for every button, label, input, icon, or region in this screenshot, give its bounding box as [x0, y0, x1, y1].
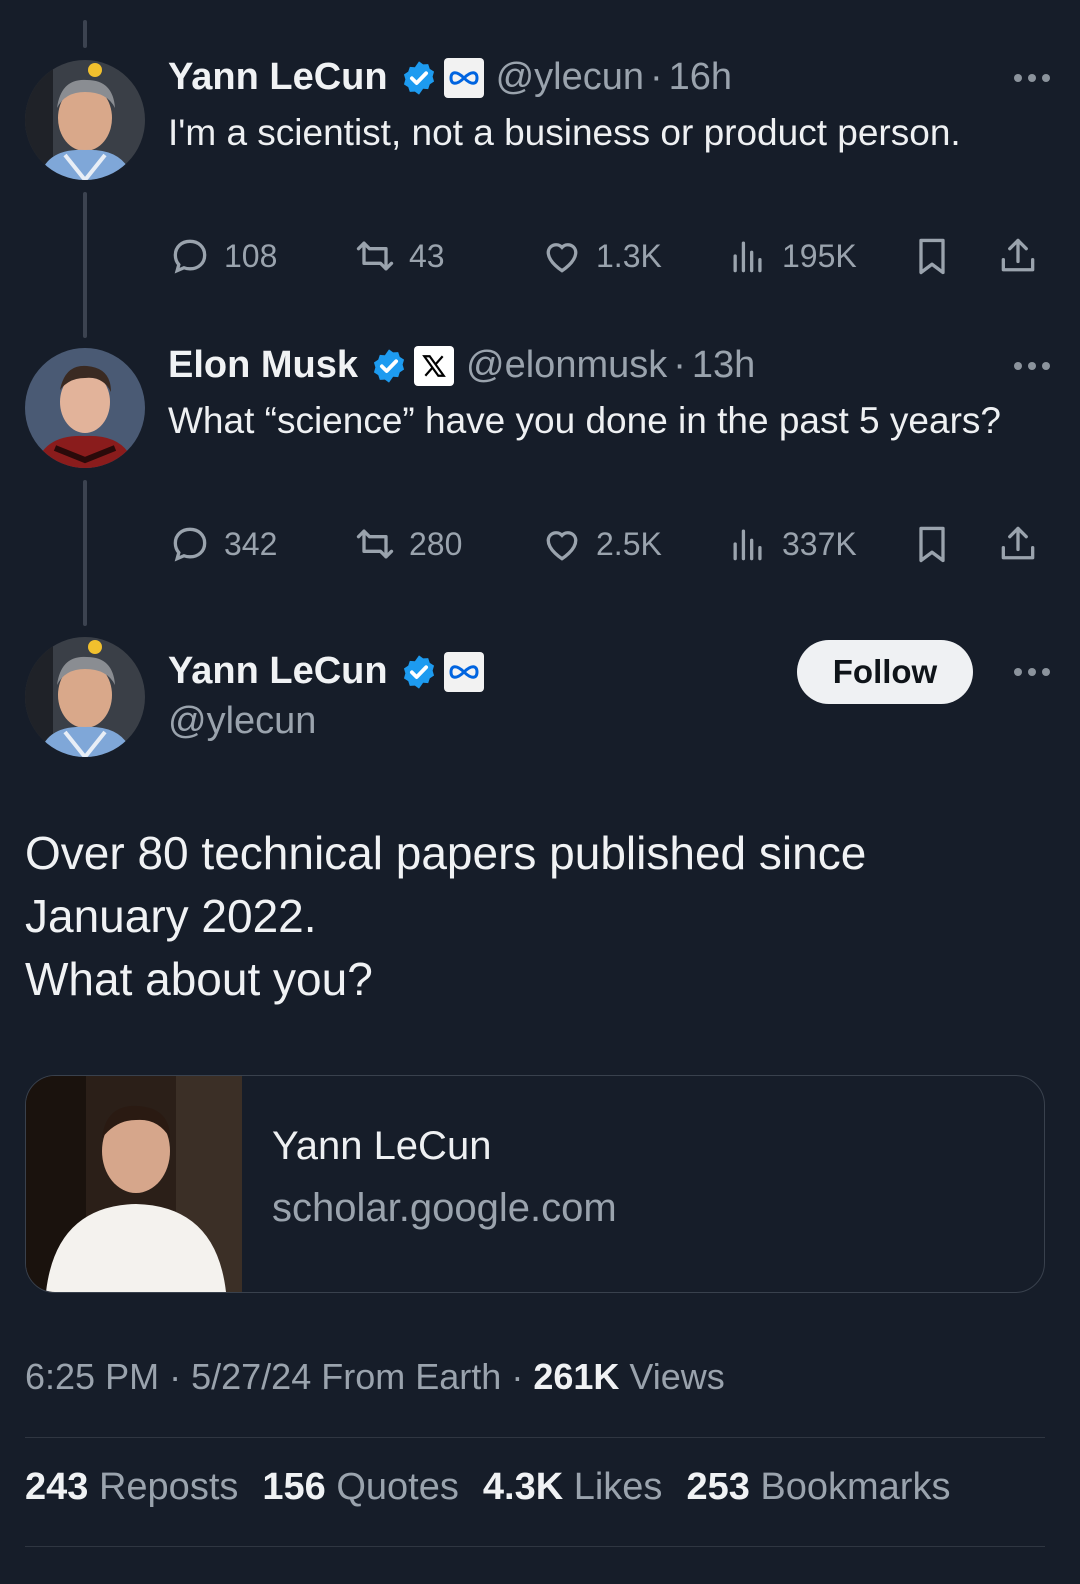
bookmark-button[interactable]	[910, 522, 954, 566]
reply-count: 342	[224, 525, 278, 562]
reply-button[interactable]: 108	[168, 234, 277, 278]
verified-badge-icon	[373, 348, 405, 383]
card-domain: scholar.google.com	[272, 1186, 617, 1230]
tweet-header: Yann LeCun @ylecun · 16h	[168, 56, 732, 99]
link-card[interactable]: Yann LeCun scholar.google.com	[25, 1075, 1045, 1293]
tweet-actions: 342 280 2.5K 337K	[168, 522, 1040, 566]
bookmark-button[interactable]	[910, 234, 954, 278]
separator-dot: ·	[169, 1356, 182, 1397]
thread-line-1	[83, 192, 87, 338]
bookmark-icon	[919, 526, 945, 563]
heart-icon	[546, 531, 578, 561]
views-chart-icon	[733, 529, 762, 561]
quotes-stat[interactable]: 156 Quotes	[262, 1466, 459, 1509]
author-name[interactable]: Yann LeCun	[168, 56, 388, 99]
author-name[interactable]: Yann LeCun	[168, 650, 388, 693]
likes-stat[interactable]: 4.3K Likes	[483, 1466, 663, 1509]
follow-button[interactable]: Follow	[797, 640, 973, 704]
avatar-yann-lecun[interactable]	[25, 60, 145, 180]
repost-icon	[356, 241, 394, 271]
avatar-yann-lecun[interactable]	[25, 637, 145, 757]
more-options-icon[interactable]	[1014, 362, 1050, 370]
bookmark-icon	[919, 238, 945, 275]
reposts-label: Reposts	[98, 1466, 239, 1508]
main-tweet-header: Yann LeCun	[168, 650, 484, 693]
bookmarks-count: 253	[686, 1466, 750, 1508]
views-button[interactable]: 195K	[726, 234, 857, 278]
author-handle[interactable]: @elonmusk	[466, 344, 667, 387]
repost-button[interactable]: 280	[353, 522, 462, 566]
more-options-icon[interactable]	[1014, 668, 1050, 676]
share-button[interactable]	[996, 522, 1040, 566]
quotes-count: 156	[262, 1466, 326, 1508]
like-button[interactable]: 1.3K	[540, 234, 662, 278]
meta-logo-icon	[443, 651, 484, 692]
engagement-stats: 243 Reposts 156 Quotes 4.3K Likes 253 Bo…	[25, 1466, 950, 1509]
reposts-count: 243	[25, 1466, 89, 1508]
divider	[25, 1437, 1045, 1438]
post-date[interactable]: 5/27/24	[191, 1356, 311, 1397]
quotes-label: Quotes	[336, 1466, 459, 1508]
reply-count: 108	[224, 237, 278, 274]
reply-icon	[173, 239, 207, 274]
like-count: 2.5K	[596, 525, 662, 562]
tweet-header: Elon Musk @elonmusk · 13h	[168, 344, 755, 387]
reply-button[interactable]: 342	[168, 522, 277, 566]
tweet-actions: 108 43 1.3K 195K	[168, 234, 1040, 278]
likes-count: 4.3K	[482, 1466, 564, 1508]
views-count: 195K	[782, 237, 857, 274]
separator-dot: ·	[511, 1356, 524, 1397]
verified-badge-icon	[403, 654, 434, 689]
like-button[interactable]: 2.5K	[540, 522, 662, 566]
reposts-stat[interactable]: 243 Reposts	[25, 1466, 238, 1509]
repost-count: 280	[409, 525, 463, 562]
bookmarks-stat[interactable]: 253 Bookmarks	[686, 1466, 950, 1509]
repost-count: 43	[409, 237, 445, 274]
separator-dot: ·	[650, 56, 663, 98]
share-icon	[1001, 526, 1035, 560]
meta-logo-icon	[443, 57, 484, 98]
post-location: From Earth	[321, 1356, 502, 1397]
card-title: Yann LeCun	[272, 1124, 492, 1168]
tweet-text: I'm a scientist, not a business or produ…	[168, 112, 961, 153]
repost-icon	[356, 529, 394, 559]
like-count: 1.3K	[596, 237, 662, 274]
views-count: 261K	[533, 1356, 620, 1397]
views-count: 337K	[782, 525, 857, 562]
divider	[25, 1546, 1045, 1547]
share-icon	[1001, 238, 1035, 272]
verified-badge-icon	[403, 60, 434, 95]
avatar-elon-musk[interactable]	[25, 348, 145, 468]
tweet-time[interactable]: 16h	[669, 56, 732, 99]
views-label: Views	[629, 1356, 725, 1397]
author-handle[interactable]: @ylecun	[496, 56, 644, 99]
main-tweet-text: Over 80 technical papers published since…	[25, 827, 867, 1005]
tweet-time[interactable]: 13h	[692, 344, 755, 387]
author-handle[interactable]: @ylecun	[168, 700, 316, 743]
tweet-text: What “science” have you done in the past…	[168, 400, 1001, 441]
more-options-icon[interactable]	[1014, 74, 1050, 82]
views-chart-icon	[733, 241, 762, 273]
author-name[interactable]: Elon Musk	[168, 344, 358, 387]
card-thumbnail	[26, 1076, 242, 1292]
thread-line-top	[83, 20, 87, 48]
reply-icon	[173, 527, 207, 562]
post-time[interactable]: 6:25 PM	[25, 1356, 159, 1397]
heart-icon	[546, 243, 578, 273]
tweet-meta: 6:25 PM · 5/27/24 From Earth · 261K View…	[25, 1356, 725, 1398]
thread-line-2	[83, 480, 87, 626]
x-logo-icon	[414, 345, 455, 386]
likes-label: Likes	[573, 1466, 663, 1508]
views-button[interactable]: 337K	[726, 522, 857, 566]
share-button[interactable]	[996, 234, 1040, 278]
separator-dot: ·	[673, 344, 686, 386]
bookmarks-label: Bookmarks	[760, 1466, 951, 1508]
repost-button[interactable]: 43	[353, 234, 445, 278]
